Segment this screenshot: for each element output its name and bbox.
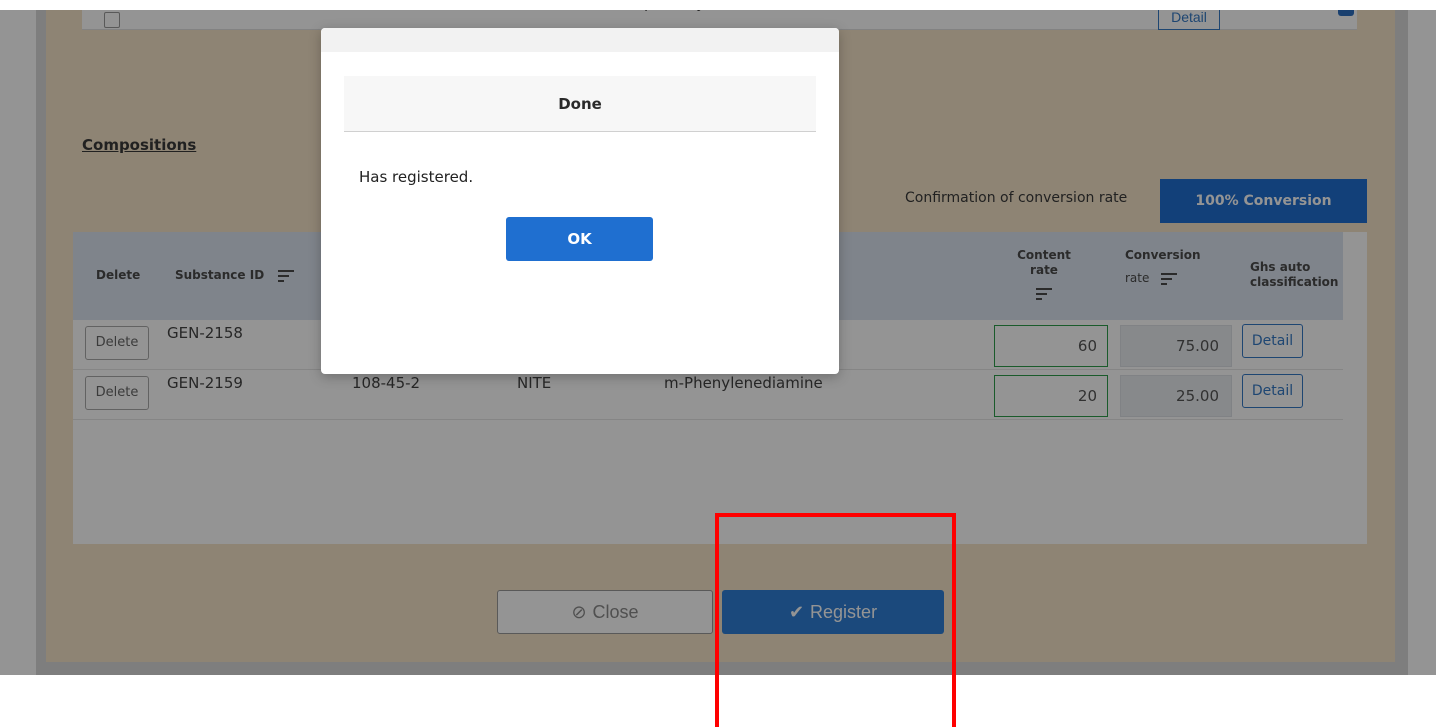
dialog-top-band (321, 28, 839, 52)
screen: GEN-2018 106-50-3 NITE p-Phenylenediamin… (0, 0, 1436, 727)
highlight-box (715, 513, 956, 727)
ok-button[interactable]: OK (506, 217, 653, 261)
top-white-strip (0, 0, 1436, 10)
done-dialog: Done Has registered. OK (321, 28, 839, 374)
dialog-message: Has registered. (359, 168, 474, 186)
dialog-title: Done (344, 76, 816, 132)
